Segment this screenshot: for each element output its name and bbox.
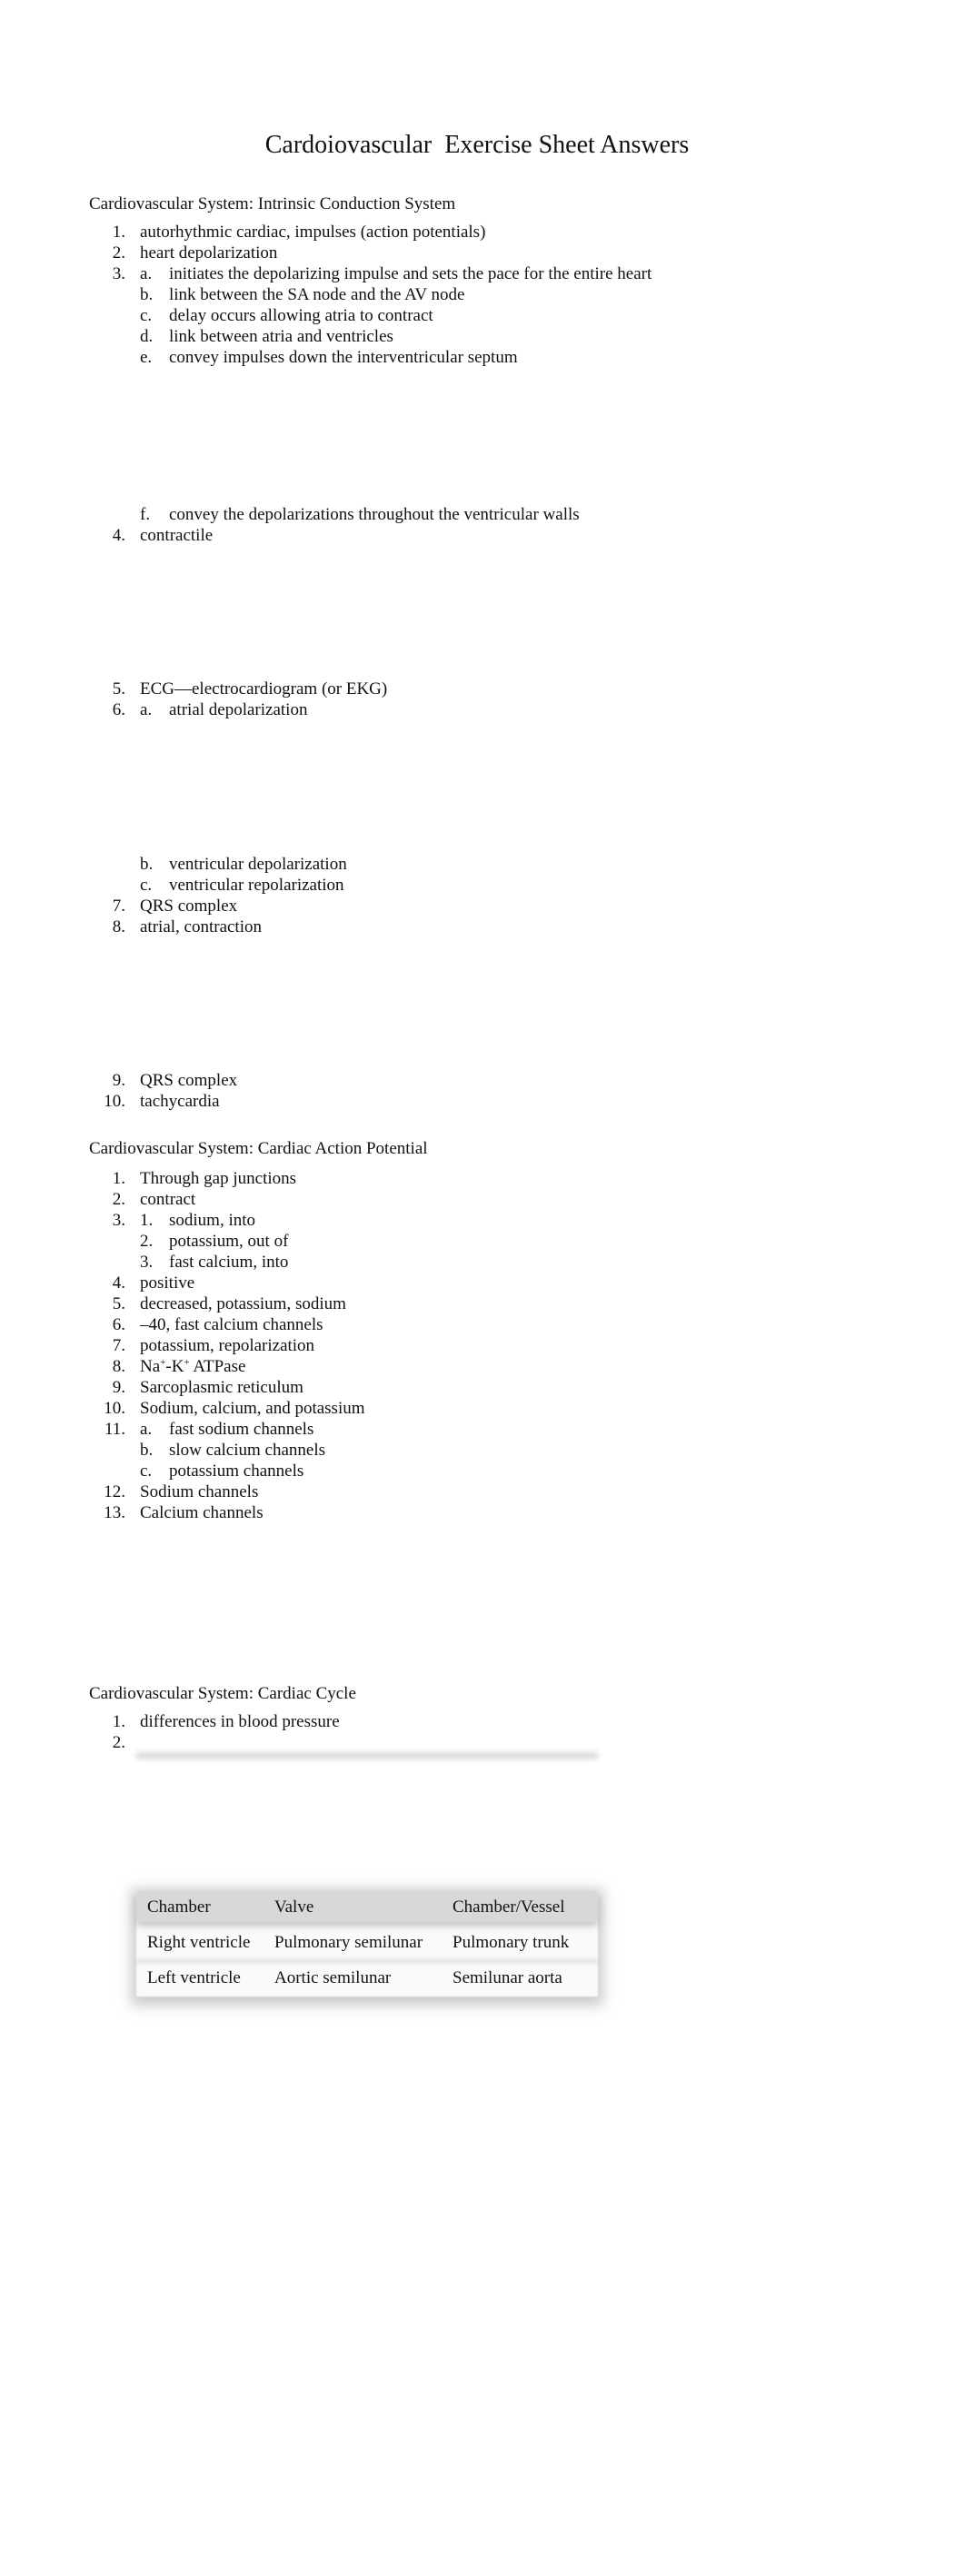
table-cell: Aortic semilunar	[274, 1968, 392, 1987]
table-shadow-band	[136, 1749, 598, 1759]
table-header-cell: Valve	[274, 1897, 314, 1917]
valve-table: Chamber Valve Chamber/Vessel Right ventr…	[136, 1891, 598, 1996]
table-cell: Semilunar aorta	[453, 1968, 562, 1987]
table-cell: Pulmonary trunk	[453, 1933, 570, 1952]
table-cell: Right ventricle	[147, 1933, 251, 1952]
table-cell: Pulmonary semilunar	[274, 1933, 423, 1952]
section-heading-action-potential: Cardiovascular System: Cardiac Action Po…	[89, 1139, 428, 1158]
document-title: Cardoiovascular Exercise Sheet Answers	[264, 131, 690, 159]
section-heading-cardiac-cycle: Cardiovascular System: Cardiac Cycle	[89, 1684, 356, 1703]
table-header-cell: Chamber/Vessel	[453, 1897, 565, 1917]
section-heading-conduction: Cardiovascular System: Intrinsic Conduct…	[89, 194, 456, 213]
table-cell: Left ventricle	[147, 1968, 241, 1987]
table-row-separator	[136, 1958, 598, 1964]
table-header-cell: Chamber	[147, 1897, 211, 1917]
